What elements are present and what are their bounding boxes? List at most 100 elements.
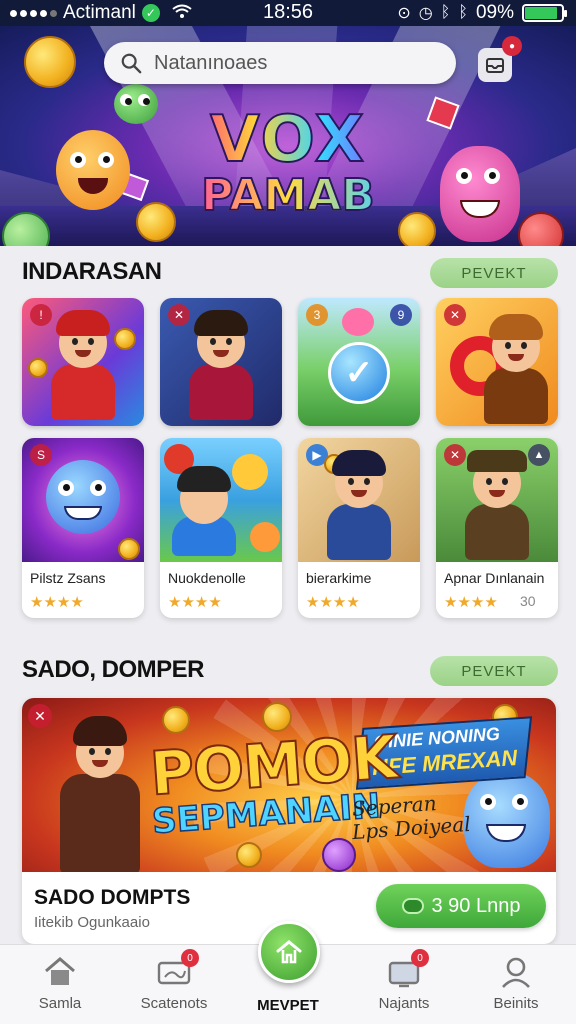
rating-count: 30 [520,593,536,609]
home-fab-icon [276,940,302,964]
character-icon [465,444,529,562]
game-tile[interactable]: ✕ [160,298,282,426]
banner-name: SADO DOMPTS [34,886,191,909]
mascot-green [114,84,158,124]
nav-item-home[interactable]: Samla [10,955,110,1012]
notifications-button[interactable]: ● [478,36,522,82]
character-icon [60,708,140,872]
game-name: Nuokdenolle [168,570,246,586]
nav-item-center[interactable] [258,921,320,983]
coin-icon [398,212,436,246]
game-art: ✕ ▲ [436,438,558,562]
game-card[interactable]: ✕ ▲ Apnar Dınlanain ★★★★ 30 [436,438,558,618]
game-tile[interactable]: ✕ [436,298,558,426]
status-bar: Actimanl ✓ 18:56 ⊙ ◷ ᛒ ᛒ 09% [0,0,576,26]
badge-icon: ▲ [528,444,550,466]
game-card[interactable]: Nuokdenolle ★★★★ [160,438,282,618]
star-rating: ★★★★ [168,594,222,611]
coin-icon [236,842,262,868]
bluetooth-icon: ᛒ [440,4,451,21]
ticket-icon: 0 [157,949,199,989]
banner-description: Iitekib Ogunkaaio [34,914,150,931]
game-name: bierarkime [306,570,372,586]
nav-item-tv[interactable]: 0 Najants [354,949,454,1012]
close-icon[interactable]: ✕ [28,704,52,728]
coin-icon [262,702,292,732]
game-tile[interactable]: ! [22,298,144,426]
featured-banner[interactable]: GINIE NONING HFE MREXAN POMOK SEPMANAIN … [22,698,556,944]
star-rating: ★★★★ [306,594,360,611]
badge-icon: 9 [390,304,412,326]
character-icon [327,444,391,562]
nav-item-profile[interactable]: Beinits [466,955,566,1012]
game-card[interactable]: ▶ bierarkime ★★★★ [298,438,420,618]
logo-line-2: PAMAB [188,171,388,221]
battery-icon [522,4,567,22]
mascot-orange [250,522,280,552]
section-title: INDARASAN [22,258,162,285]
coin-icon [24,36,76,88]
notification-badge: ● [502,36,522,56]
nav-label: Najants [378,995,430,1012]
clock: 18:56 [262,1,314,23]
nav-label: MEVPET [257,997,319,1014]
signal-icon [10,9,57,17]
nav-label: Beinits [493,995,539,1012]
purchase-button[interactable]: 3 90 Lnnp [376,884,546,928]
nav-label: Scatenots [140,995,208,1012]
tv-icon: 0 [387,949,429,989]
battery-fill [525,7,558,19]
nav-badge: 0 [411,949,429,967]
mascot-blue [464,772,550,868]
game-tile[interactable]: 3 9 ✓ [298,298,420,426]
banner-art: GINIE NONING HFE MREXAN POMOK SEPMANAIN … [22,698,556,872]
game-name: Apnar Dınlanain [444,570,545,586]
mascot-pink [440,146,520,242]
search-placeholder: Natanınoaes [154,51,268,74]
game-art: S [22,438,144,562]
inbox-icon [486,58,504,73]
search-icon [121,53,142,74]
gem-icon [322,838,356,872]
coin-icon [114,328,136,350]
battery-percent: 09% [475,2,514,23]
bottom-nav: Samla 0 Scatenots MEVPET 0 Najants Beini… [0,921,576,1024]
mascot-blue [46,460,120,534]
hero-banner[interactable]: Natanınoaes ● VOX PAMAB [0,26,576,246]
nfc-icon: ᛒ [458,4,468,21]
game-name: Pilstz Zsans [30,570,106,586]
see-all-button[interactable]: PEVEKT [430,656,558,686]
mascot-pink [342,308,374,336]
home-icon [43,955,77,989]
search-bar[interactable]: Natanınoaes [104,42,456,84]
nav-item-tickets[interactable]: 0 Scatenots [124,949,224,1012]
purchase-button-label: 3 90 Lnnp [431,894,521,917]
wifi-icon [172,4,192,23]
badge-icon: 3 [306,304,328,326]
coin-icon [136,202,176,242]
character-icon [172,464,236,560]
nav-badge: 0 [181,949,199,967]
section-title: SADO, DOMPER [22,656,205,683]
game-logo: VOX PAMAB [188,107,388,228]
badge-icon: ✕ [444,304,466,326]
game-art [160,438,282,562]
coin-icon [118,538,140,560]
coin-icon [162,706,190,734]
badge-icon: ✕ [168,304,190,326]
character-icon [189,304,253,424]
character-icon [51,304,115,424]
star-rating: ★★★★ [444,594,498,611]
mascot-orange [56,130,130,210]
verified-icon: ✓ [141,4,160,22]
character-icon [484,308,548,426]
rotation-lock-icon: ⊙ [397,5,411,22]
star-rating: ★★★★ [30,594,84,611]
profile-icon [499,955,533,989]
checkmark-icon: ✓ [328,342,390,404]
mascot-yellow [232,454,268,490]
alarm-icon: ◷ [418,5,433,22]
see-all-button[interactable]: PEVEKT [430,258,558,288]
coin-icon [28,358,48,378]
game-card[interactable]: S Pilstz Zsans ★★★★ [22,438,144,618]
